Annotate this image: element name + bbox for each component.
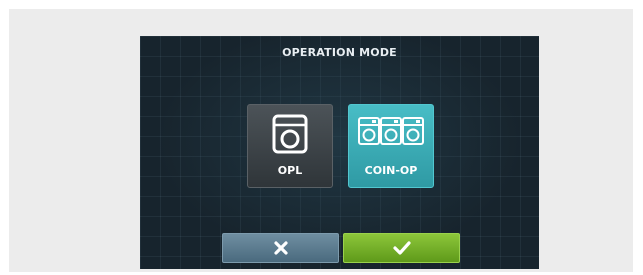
coin-op-mode-button[interactable]: COIN-OP (348, 104, 434, 188)
page-title: OPERATION MODE (282, 46, 397, 59)
confirm-button[interactable] (343, 233, 460, 263)
washer-icon (272, 114, 308, 154)
display-screen: OPERATION MODE OPL COIN-OP (140, 36, 539, 269)
opl-mode-label: OPL (277, 164, 303, 177)
screen-glow (140, 36, 539, 269)
close-icon (273, 241, 288, 255)
check-icon (392, 241, 411, 255)
coin-op-mode-label: COIN-OP (364, 164, 418, 177)
device-frame: OPERATION MODE OPL COIN-OP (9, 9, 633, 272)
cancel-button[interactable] (222, 233, 339, 263)
coin-washers-icon (358, 117, 424, 145)
opl-mode-button[interactable]: OPL (247, 104, 333, 188)
